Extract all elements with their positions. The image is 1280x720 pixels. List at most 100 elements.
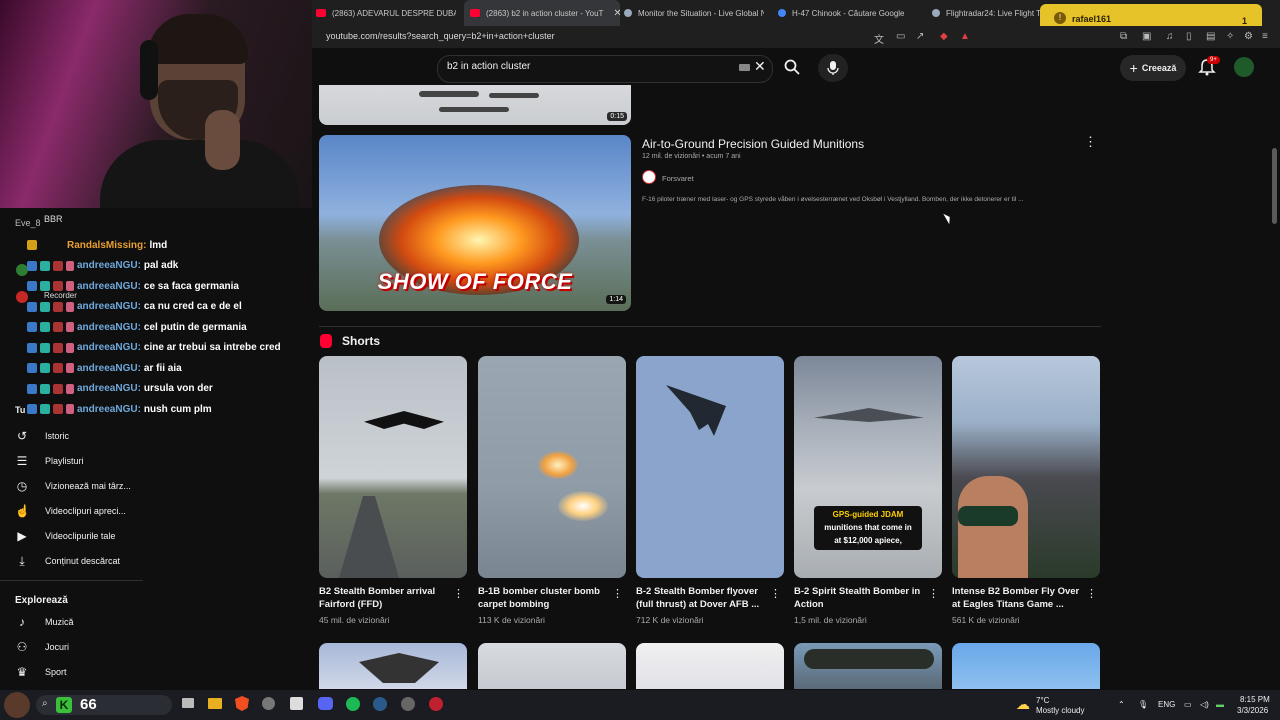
channel-avatar[interactable]	[642, 170, 656, 184]
voice-search-button[interactable]	[818, 54, 848, 82]
short-title-4[interactable]: Intense B2 Bomber Fly Over at Eagles Tit…	[952, 585, 1084, 611]
obs-icon[interactable]	[401, 697, 415, 711]
tab-0[interactable]: (2863) ADEVARUL DESPRE DUBAI - Y	[316, 0, 456, 26]
settings-icon[interactable]: ⚙	[1244, 31, 1253, 42]
sidebar-item-music[interactable]: ♪ Muzică	[15, 615, 74, 629]
short-title-3[interactable]: B-2 Spirit Stealth Bomber in Action	[794, 585, 926, 611]
more-options-icon[interactable]: ⋮	[1086, 587, 1097, 600]
sidebar-icon[interactable]: ▯	[1186, 31, 1192, 42]
chevron-up-icon[interactable]: ⌃	[1118, 700, 1125, 709]
scrollbar[interactable]	[1272, 148, 1277, 224]
menu-icon[interactable]: ≡	[1262, 31, 1268, 42]
short-thumbnail-3[interactable]: GPS-guided JDAM munitions that come in a…	[794, 356, 942, 578]
video-thumbnail-top[interactable]: 0:15	[319, 85, 631, 125]
share-icon[interactable]: ↗	[916, 31, 924, 42]
video-thumbnail-main[interactable]: SHOW OF FORCE 1:14	[319, 135, 631, 311]
short-thumbnail-6[interactable]	[478, 643, 626, 689]
sidebar-item-your-videos[interactable]: ▶ Videoclipurile tale	[15, 529, 115, 543]
star-icon[interactable]: ✧	[1226, 31, 1234, 42]
translate-icon[interactable]: 文	[874, 31, 884, 46]
sidebar-item-watch-later[interactable]: ◷ Vizionează mai târz...	[15, 479, 131, 493]
app-icon[interactable]	[262, 697, 275, 710]
language-indicator[interactable]: ENG	[1158, 700, 1175, 709]
short-thumbnail-7[interactable]	[636, 643, 784, 689]
create-button[interactable]: + Creează	[1120, 55, 1186, 81]
short-title-2[interactable]: B-2 Stealth Bomber flyover (full thrust)…	[636, 585, 768, 611]
short-thumbnail-5[interactable]	[319, 643, 467, 689]
music-icon[interactable]: ♫	[1166, 31, 1174, 42]
subscriber-badge-icon	[27, 301, 37, 312]
subscriber-badge-icon	[27, 404, 37, 415]
heart-badge-icon	[53, 363, 63, 374]
google-icon	[778, 9, 786, 17]
wallet-icon[interactable]: ▤	[1206, 31, 1215, 42]
sidebar-item-downloads[interactable]: ⤓ Conținut descărcat	[15, 554, 120, 568]
url-field[interactable]: youtube.com/results?search_query=b2+in+a…	[326, 31, 555, 41]
sidebar-item-playlists[interactable]: ☰ Playlisturi	[15, 454, 84, 468]
short-views-1: 113 K de vizionări	[478, 615, 545, 625]
app-icon[interactable]	[429, 697, 443, 711]
gift-badge-icon	[40, 383, 50, 394]
clear-search-icon[interactable]: ✕	[754, 58, 766, 75]
short-thumbnail-2[interactable]	[636, 356, 784, 578]
chat-line: RandalsMissing: lmd	[27, 235, 281, 256]
video-title[interactable]: Air-to-Ground Precision Guided Munitions	[642, 137, 864, 151]
short-title-1[interactable]: B-1B bomber cluster bomb carpet bombing	[478, 585, 610, 611]
tab-1-active[interactable]: (2863) b2 in action cluster - YouT ✕	[464, 0, 620, 26]
weather-icon[interactable]: ☁	[1016, 696, 1030, 713]
gift-badge-icon	[40, 322, 50, 333]
more-options-icon[interactable]: ⋮	[928, 587, 939, 600]
taskbar-search[interactable]: ⌕ K	[36, 695, 172, 715]
emote-badge-icon	[66, 363, 74, 374]
taskbar-counter: 66	[80, 696, 97, 713]
sidebar-item-liked[interactable]: ☝ Videoclipuri apreci...	[15, 504, 126, 518]
tab-4[interactable]: Flightradar24: Live Flight Tra	[932, 0, 1040, 26]
microphone-icon[interactable]: 🎙︎	[1138, 700, 1148, 709]
gift-badge-icon	[40, 404, 50, 415]
battery-icon[interactable]: ▬	[1216, 700, 1224, 709]
task-view-icon[interactable]	[182, 698, 194, 708]
short-thumbnail-1[interactable]	[478, 356, 626, 578]
short-thumbnail-0[interactable]	[319, 356, 467, 578]
alert-icon[interactable]: ▲	[960, 31, 970, 42]
video-description: F-16 piloter træner med laser- og GPS st…	[642, 196, 1024, 203]
short-thumbnail-9[interactable]	[952, 643, 1100, 689]
more-options-icon[interactable]: ⋮	[1084, 134, 1097, 150]
avatar[interactable]	[1234, 57, 1254, 77]
sidebar-item-history[interactable]: ↺ Istoric	[15, 429, 69, 443]
short-thumbnail-4[interactable]	[952, 356, 1100, 578]
more-options-icon[interactable]: ⋮	[453, 587, 464, 600]
search-input[interactable]: b2 in action cluster	[447, 61, 530, 72]
spotify-icon[interactable]	[346, 697, 360, 711]
cast-icon[interactable]: ▭	[896, 31, 905, 42]
weather-temp[interactable]: 7°C	[1036, 696, 1049, 705]
weather-desc[interactable]: Mostly cloudy	[1036, 706, 1084, 715]
tab-3[interactable]: H-47 Chinook - Căutare Google	[778, 0, 918, 26]
clock-date[interactable]: 3/3/2026	[1237, 706, 1268, 715]
steam-icon[interactable]	[373, 697, 387, 711]
more-options-icon[interactable]: ⋮	[770, 587, 781, 600]
file-explorer-icon[interactable]	[208, 698, 222, 709]
network-icon[interactable]: ▭	[1184, 700, 1192, 709]
close-tab-icon[interactable]: ✕	[613, 8, 620, 19]
more-options-icon[interactable]: ⋮	[612, 587, 623, 600]
gift-badge-icon	[40, 281, 50, 292]
channel-name[interactable]: Forsvaret	[662, 174, 694, 183]
sidebar-you-heading[interactable]: Tu	[15, 405, 25, 415]
short-thumbnail-8[interactable]	[794, 643, 942, 689]
screenshot-icon[interactable]: ▣	[1142, 31, 1151, 42]
discord-icon[interactable]	[318, 697, 333, 710]
extension-icon[interactable]: ⧉	[1120, 31, 1127, 42]
clock-time[interactable]: 8:15 PM	[1240, 695, 1270, 704]
app-icon[interactable]	[290, 697, 303, 710]
subscriber-badge-icon	[27, 322, 37, 333]
tab-2[interactable]: Monitor the Situation - Live Global N	[624, 0, 764, 26]
search-icon[interactable]	[783, 58, 801, 76]
volume-icon[interactable]: ◁)	[1200, 700, 1209, 709]
shield-icon[interactable]: ◆	[940, 31, 948, 42]
keyboard-icon[interactable]	[739, 64, 750, 71]
short-title-0[interactable]: B2 Stealth Bomber arrival Fairford (FFD)	[319, 585, 451, 611]
chat-line: andreeaNGU: ca nu cred ca e de el	[27, 297, 281, 318]
sidebar-item-gaming[interactable]: ⚇ Jocuri	[15, 640, 69, 654]
sidebar-item-sport[interactable]: ♛ Sport	[15, 665, 67, 679]
